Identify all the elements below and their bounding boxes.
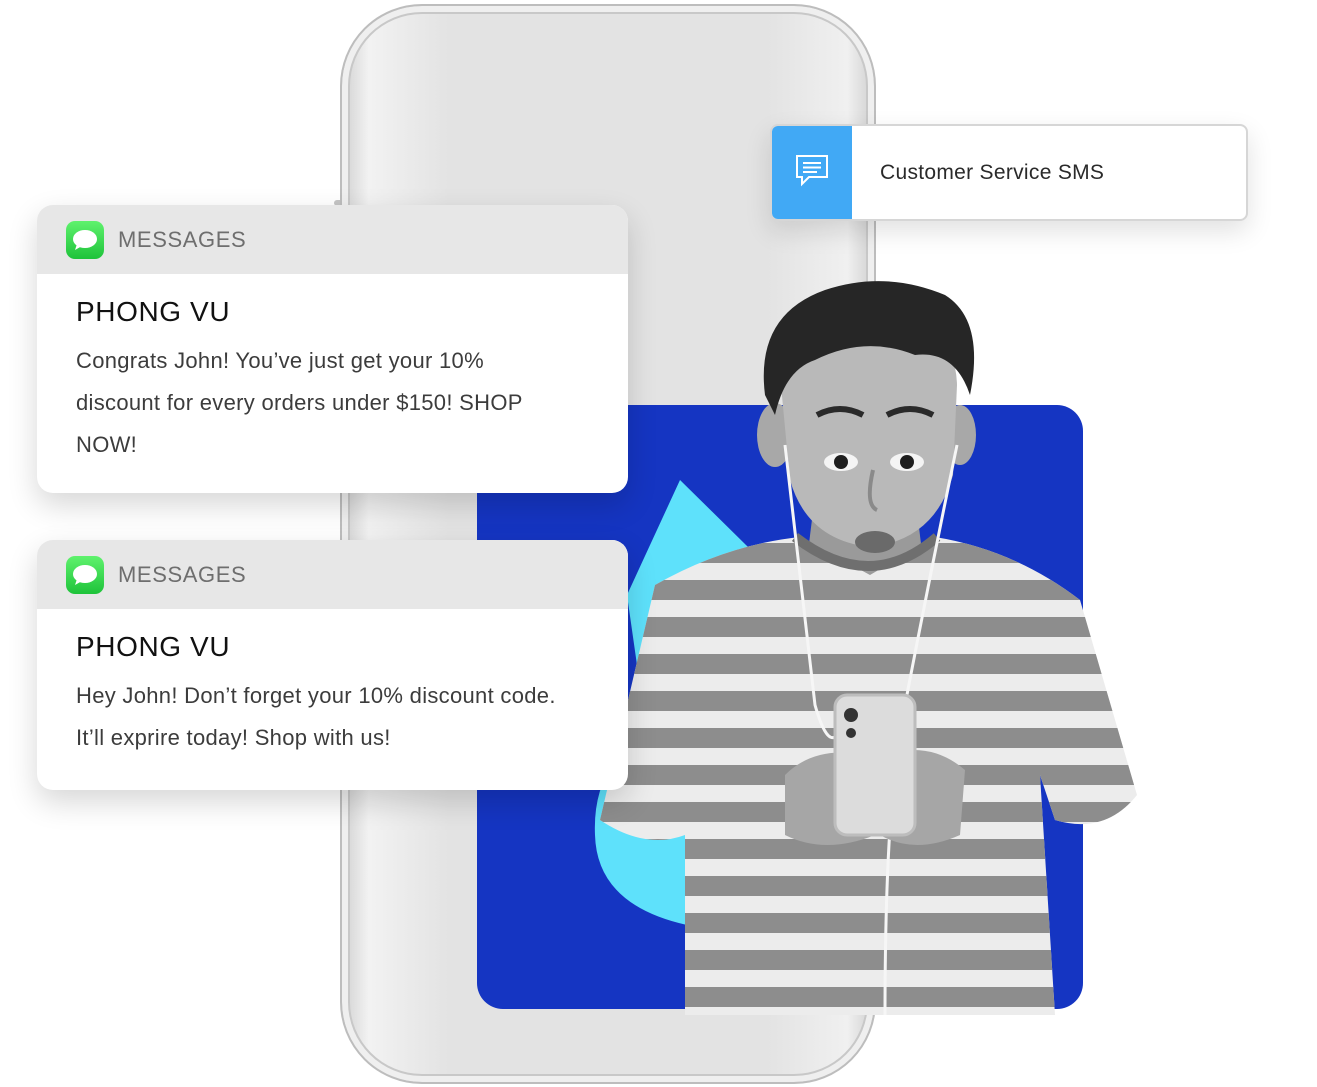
notification-header: MESSAGES <box>37 540 628 609</box>
messages-app-icon <box>66 220 104 259</box>
message-bubble-icon <box>792 150 832 195</box>
app-name: MESSAGES <box>118 226 247 252</box>
sender-name: PHONG VU <box>76 631 231 662</box>
message-text: Congrats John! You’ve just get your 10% … <box>76 348 523 457</box>
sender-name: PHONG VU <box>76 296 231 327</box>
app-name: MESSAGES <box>118 561 247 587</box>
message-text: Hey John! Don’t forget your 10% discount… <box>76 683 556 750</box>
customer-service-sms-card[interactable]: Customer Service SMS <box>770 124 1248 221</box>
service-label: Customer Service SMS <box>880 160 1105 184</box>
notification-card[interactable]: MESSAGES PHONG VU Congrats John! You’ve … <box>37 205 628 493</box>
notification-card[interactable]: MESSAGES PHONG VU Hey John! Don’t forget… <box>37 540 628 790</box>
service-icon-box <box>772 126 852 219</box>
notification-header: MESSAGES <box>37 205 628 274</box>
person-holding-phone-illustration <box>600 281 1137 1016</box>
notification-body: PHONG VU Congrats John! You’ve just get … <box>37 274 628 466</box>
messages-app-icon <box>66 555 104 594</box>
notification-body: PHONG VU Hey John! Don’t forget your 10%… <box>37 609 628 759</box>
